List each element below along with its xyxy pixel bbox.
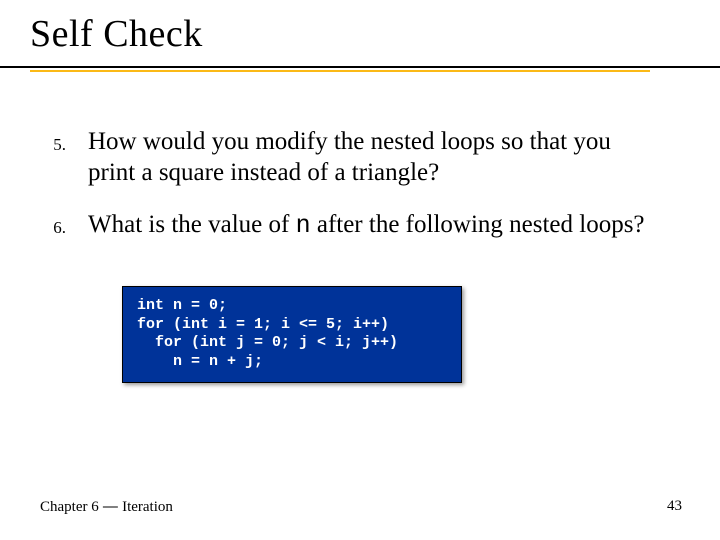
chapter-label: Chapter 6 — Iteration bbox=[40, 498, 173, 516]
footer: Chapter 6 — Iteration 43 bbox=[40, 498, 682, 516]
list-item: 5. How would you modify the nested loops… bbox=[30, 126, 690, 189]
page-number: 43 bbox=[667, 498, 682, 516]
question-number: 6. bbox=[30, 209, 88, 238]
code-variable: n bbox=[296, 211, 311, 240]
question-text: What is the value of n after the followi… bbox=[88, 209, 675, 241]
question-list: 5. How would you modify the nested loops… bbox=[30, 126, 690, 241]
page-title: Self Check bbox=[30, 12, 690, 56]
question-text: How would you modify the nested loops so… bbox=[88, 126, 690, 189]
title-divider bbox=[0, 66, 720, 72]
list-item: 6. What is the value of n after the foll… bbox=[30, 209, 690, 241]
code-block: int n = 0; for (int i = 1; i <= 5; i++) … bbox=[122, 286, 462, 383]
question-number: 5. bbox=[30, 126, 88, 155]
